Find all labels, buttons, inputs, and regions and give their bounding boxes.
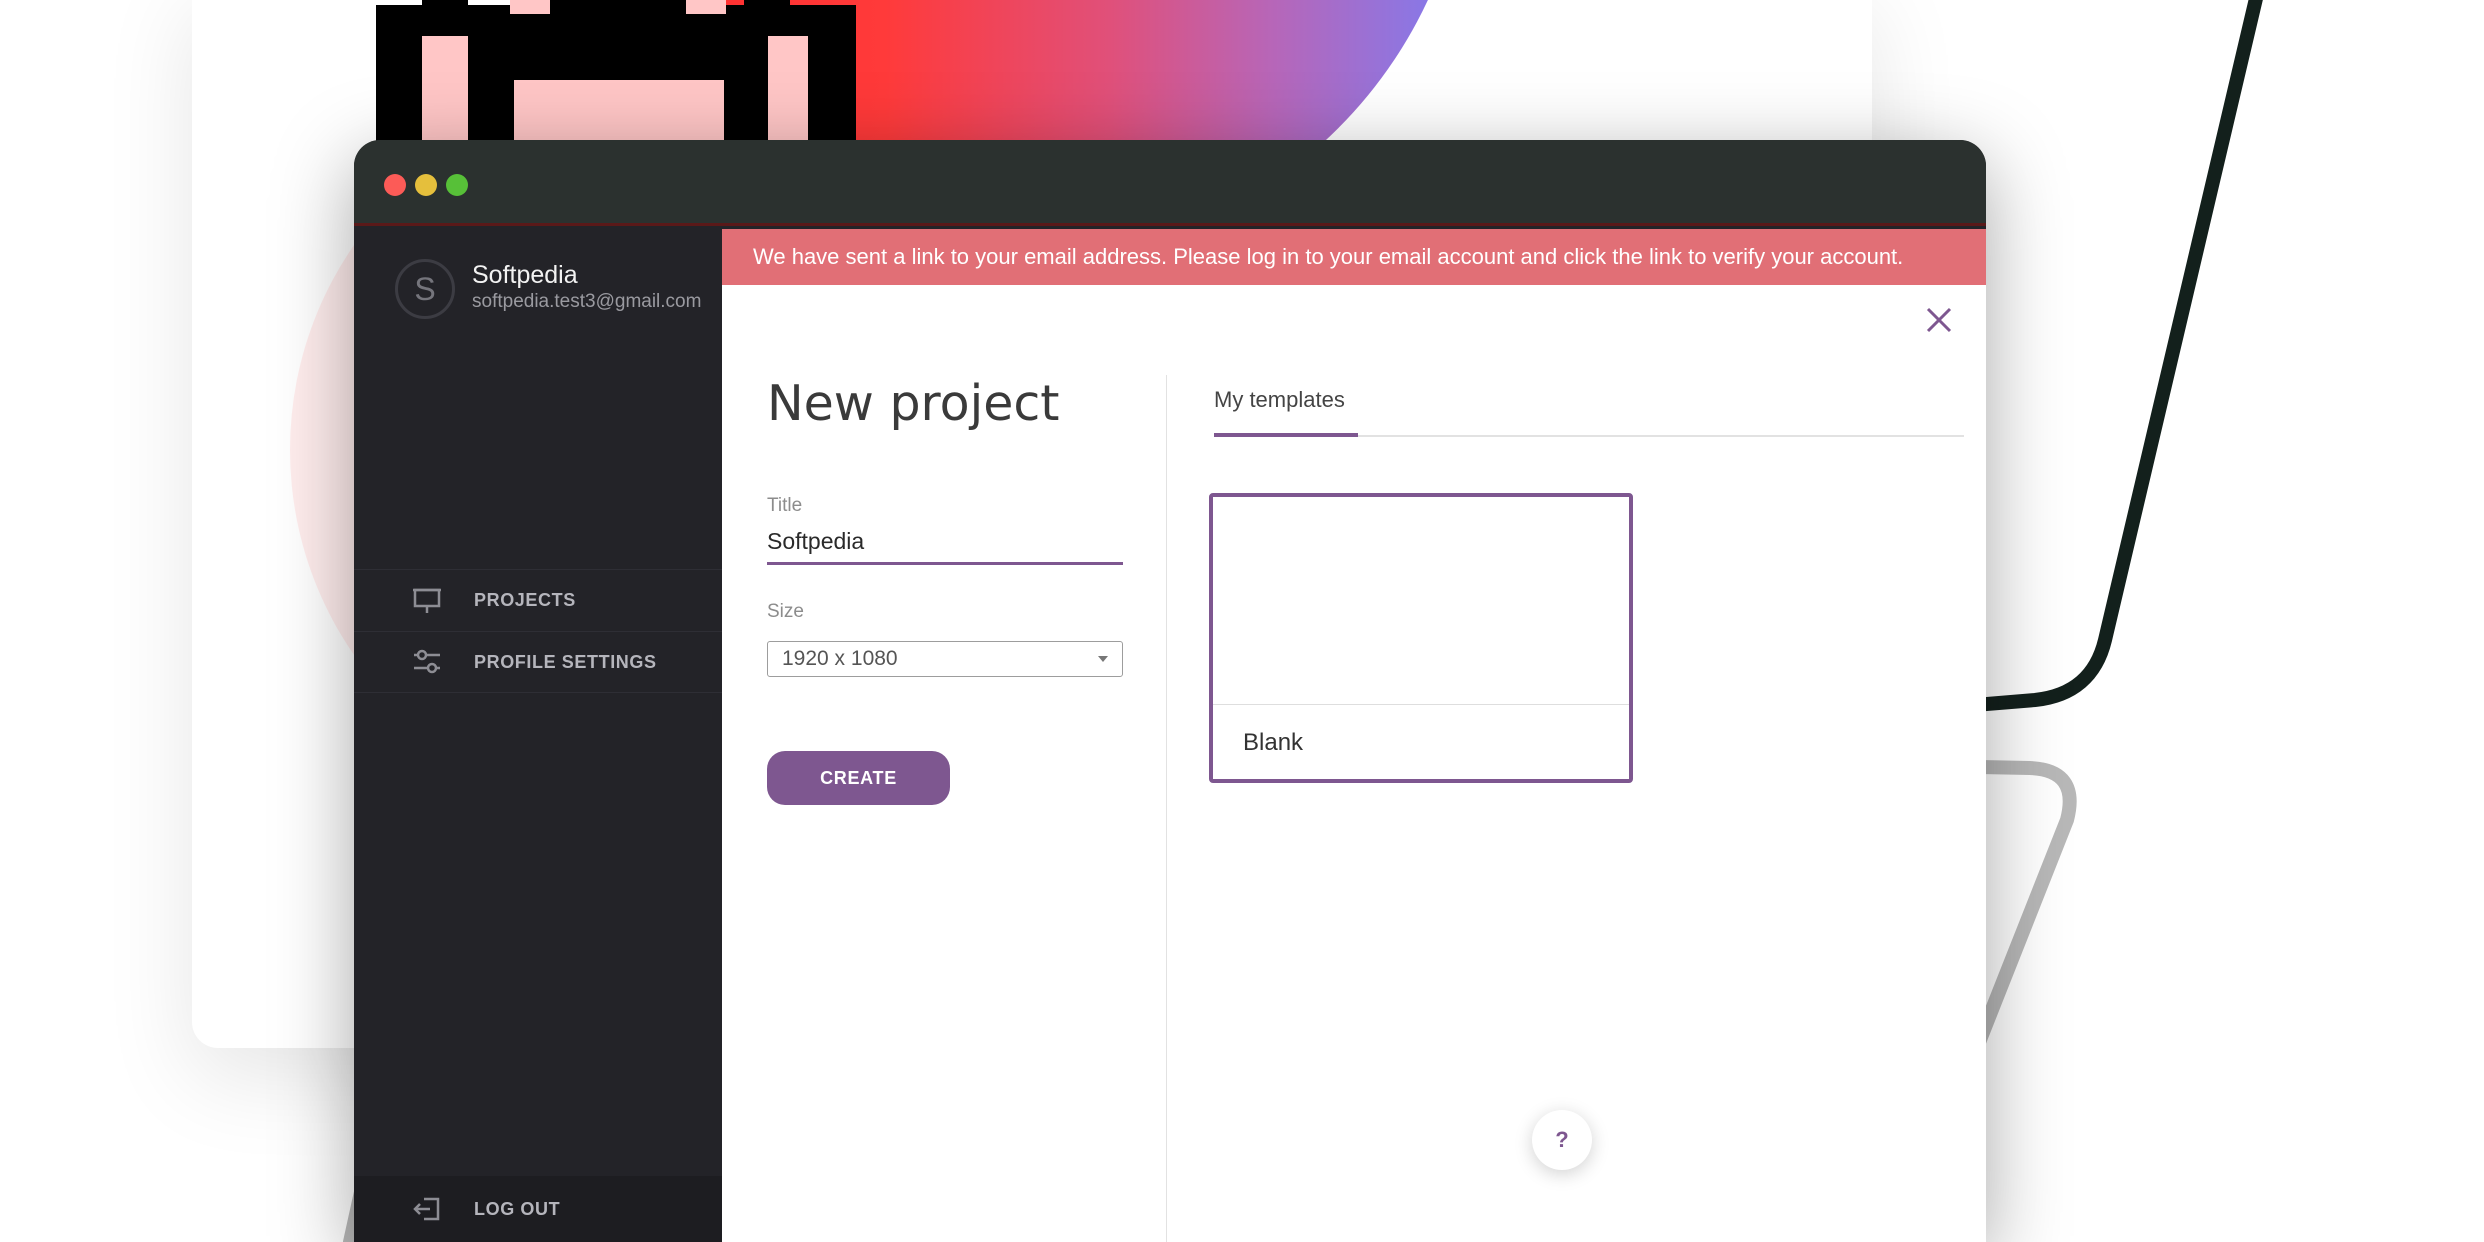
- close-window-button[interactable]: [384, 174, 406, 196]
- user-email: softpedia.test3@gmail.com: [472, 291, 702, 312]
- user-name: Softpedia: [472, 261, 578, 289]
- minimize-window-button[interactable]: [415, 174, 437, 196]
- sidebar: S Softpedia softpedia.test3@gmail.com PR…: [354, 229, 722, 1242]
- template-card-blank[interactable]: Blank: [1209, 493, 1633, 783]
- template-label: Blank: [1243, 729, 1304, 756]
- logout-button[interactable]: LOG OUT: [354, 1176, 722, 1242]
- size-label: Size: [767, 601, 804, 622]
- logout-label: LOG OUT: [474, 1198, 561, 1219]
- sidebar-item-label: PROFILE SETTINGS: [474, 651, 657, 672]
- template-preview: [1213, 497, 1629, 705]
- tab-my-templates[interactable]: My templates: [1214, 387, 1345, 413]
- new-project-panel: We have sent a link to your email addres…: [722, 229, 1986, 1242]
- sidebar-item-projects[interactable]: PROJECTS: [354, 569, 722, 631]
- app-window: S Softpedia softpedia.test3@gmail.com PR…: [354, 140, 1986, 1242]
- title-bar: [354, 140, 1986, 226]
- avatar[interactable]: S: [395, 259, 455, 319]
- logout-icon: [410, 1192, 444, 1226]
- title-label: Title: [767, 495, 803, 516]
- size-select[interactable]: 1920 x 1080: [767, 641, 1123, 677]
- presentation-icon: [410, 584, 444, 618]
- title-input[interactable]: [767, 521, 1123, 565]
- sidebar-item-profile-settings[interactable]: PROFILE SETTINGS: [354, 631, 722, 693]
- sliders-icon: [410, 645, 444, 679]
- maximize-window-button[interactable]: [446, 174, 468, 196]
- active-tab-indicator: [1214, 433, 1358, 437]
- page-title: New project: [767, 375, 1060, 432]
- verification-banner: We have sent a link to your email addres…: [722, 229, 1986, 285]
- help-button[interactable]: ?: [1532, 1110, 1592, 1170]
- close-icon: [1926, 307, 1952, 333]
- panel-divider: [1166, 375, 1167, 1242]
- sidebar-item-label: PROJECTS: [474, 590, 576, 610]
- caret-down-icon: [1098, 656, 1108, 662]
- size-value: 1920 x 1080: [782, 647, 898, 670]
- close-button[interactable]: [1920, 301, 1958, 339]
- create-button[interactable]: CREATE: [767, 751, 950, 805]
- background-pixel-graphic: [376, 0, 856, 150]
